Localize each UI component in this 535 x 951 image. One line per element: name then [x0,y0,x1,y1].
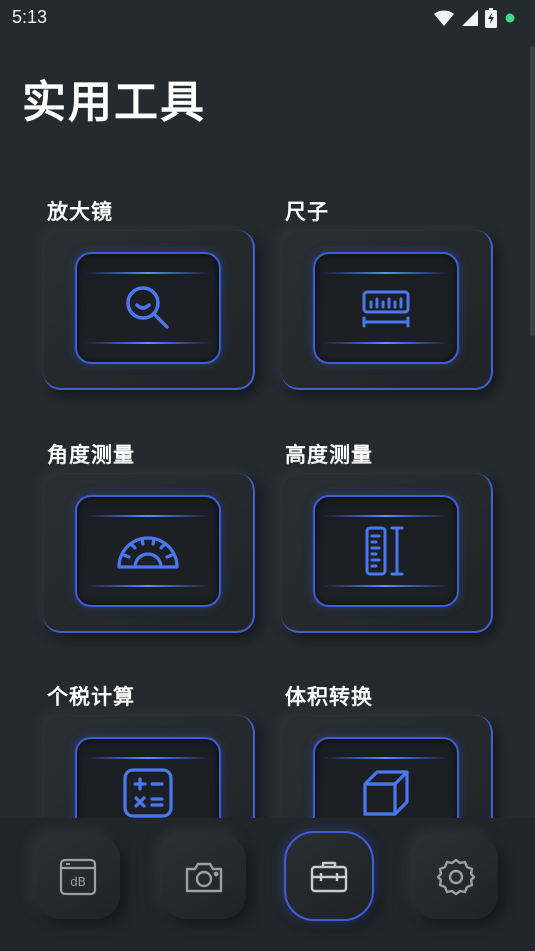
tool-label: 角度测量 [47,443,135,467]
tool-label: 尺子 [285,200,329,224]
tool-label: 高度测量 [285,443,373,467]
protractor-icon [117,536,179,569]
gear-icon [436,858,476,896]
height-ruler-icon [365,526,404,576]
status-time: 5:13 [12,7,48,27]
status-icons [433,8,517,28]
tool-card[interactable] [43,473,255,633]
tool-card[interactable] [43,230,255,390]
nav-camera-button[interactable] [162,835,246,919]
page-title: 实用工具 [22,77,206,128]
cube-icon [363,770,409,816]
bottom-nav: dB [0,818,535,951]
tool-card[interactable] [281,473,493,633]
status-bar: 5:13 [0,0,535,36]
tool-label: 个税计算 [47,685,135,709]
nav-settings-button[interactable] [414,835,498,919]
signal-icon [462,10,478,26]
toolbox-icon [310,861,348,893]
camera-icon [185,862,223,893]
ruler-icon [362,290,410,328]
scroll-indicator[interactable] [530,46,535,336]
decibel-label: dB [70,875,86,889]
tool-card[interactable] [281,230,493,390]
tool-icon-panel [313,495,459,607]
tool-icon-panel [75,252,221,364]
calculator-icon [123,768,173,818]
tool-label: 放大镜 [47,200,113,224]
magnifier-icon [126,286,169,329]
tool-icon-panel [75,495,221,607]
tool-label: 体积转换 [285,685,373,709]
battery-icon [485,8,497,28]
nav-decibel-button[interactable]: dB [36,835,120,919]
status-dot-icon [505,13,515,23]
nav-tools-button[interactable] [284,831,374,921]
tool-icon-panel [313,252,459,364]
wifi-icon [434,10,454,26]
decibel-icon: dB [59,858,97,896]
